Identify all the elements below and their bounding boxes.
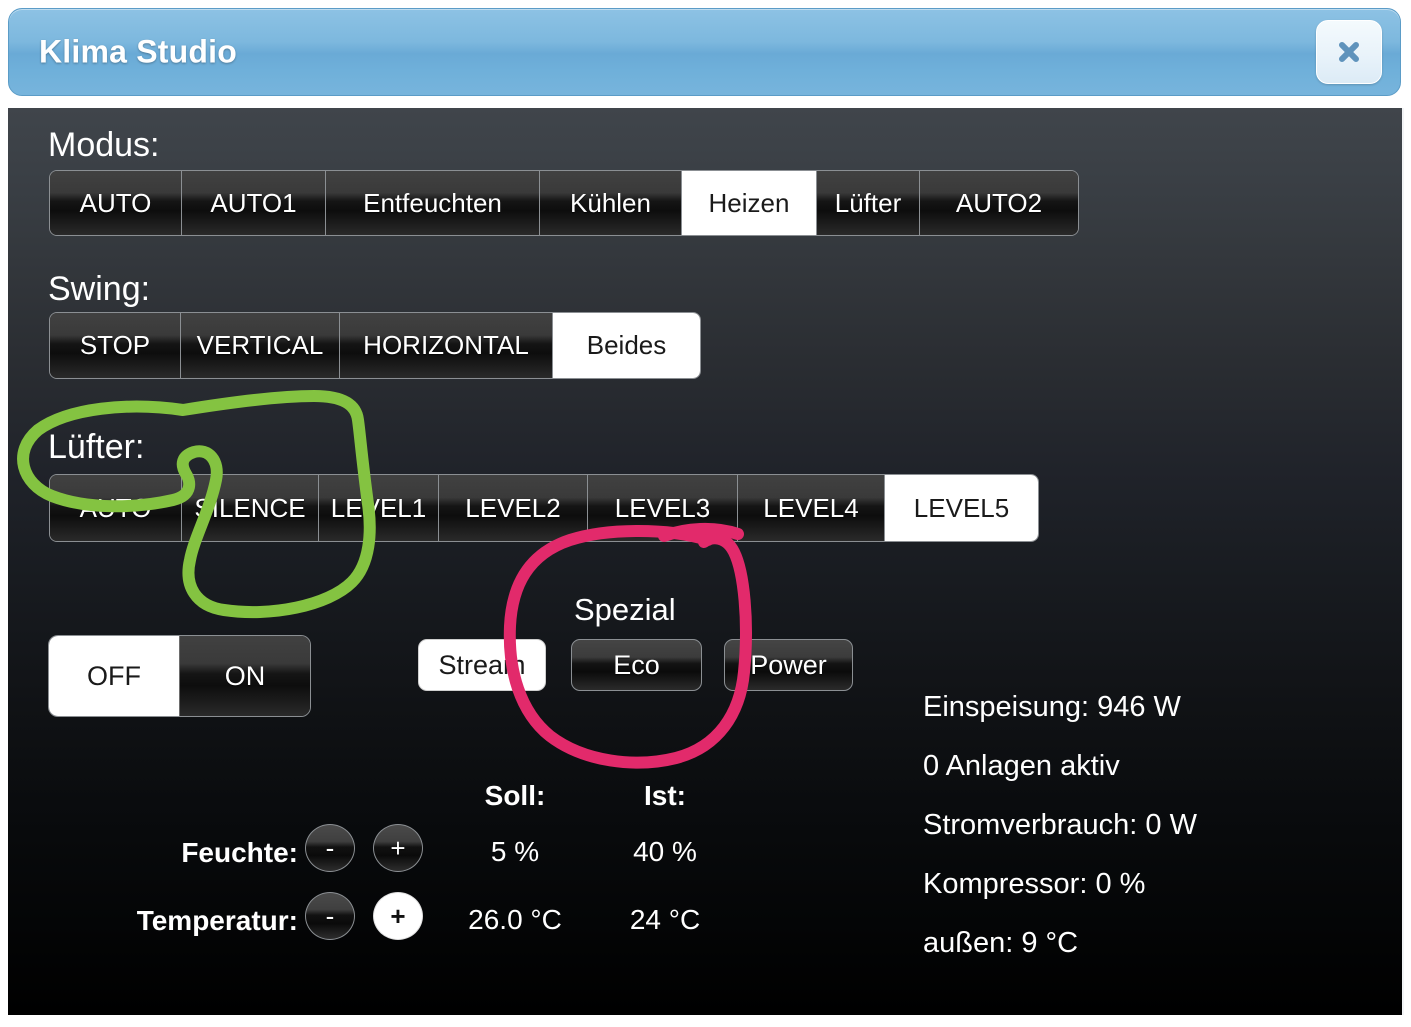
power-toggle[interactable]: OFF ON: [48, 635, 311, 717]
swing-option-beides[interactable]: Beides: [553, 313, 700, 378]
modus-option-label: Kühlen: [570, 187, 651, 218]
feuchte-soll-value: 5 %: [490, 836, 540, 867]
luefter-button-group[interactable]: AUTO SILENCE LEVEL1 LEVEL2 LEVEL3 LEVEL4 LEVEL…: [49, 474, 1039, 542]
annotation-overlay: [17, 390, 752, 769]
luefter-option-label: LEVEL5: [913, 492, 1010, 523]
status-aussen: außen: 9 °C: [923, 927, 1079, 959]
luefter-option-level2[interactable]: LEVEL2: [439, 475, 588, 541]
spezial-button-power[interactable]: Power: [724, 639, 853, 691]
swing-option-label: HORIZONTAL: [363, 330, 529, 360]
swing-option-label: Beides: [586, 330, 667, 360]
luefter-option-silence[interactable]: SILENCE: [182, 475, 319, 541]
feuchte-row-label: Feuchte:: [181, 837, 298, 868]
luefter-option-level1[interactable]: LEVEL1: [319, 475, 439, 541]
luefter-option-level3[interactable]: LEVEL3: [588, 475, 738, 541]
modus-option-heizen[interactable]: Heizen: [682, 171, 817, 235]
modus-option-entfeuchten[interactable]: Entfeuchten: [326, 171, 540, 235]
feuchte-minus-button[interactable]: -: [305, 824, 355, 872]
luefter-option-label: SILENCE: [194, 492, 306, 523]
temperatur-minus-button[interactable]: -: [305, 892, 355, 940]
spezial-label: Spezial: [574, 592, 676, 627]
power-option-off[interactable]: OFF: [49, 636, 180, 716]
swing-option-stop[interactable]: STOP: [50, 313, 181, 378]
modus-option-label: AUTO: [79, 187, 152, 218]
modus-option-auto[interactable]: AUTO: [50, 171, 182, 235]
luefter-option-label: LEVEL4: [763, 492, 859, 523]
swing-label: Swing:: [48, 270, 151, 308]
modus-option-auto2[interactable]: AUTO2: [920, 171, 1078, 235]
window-titlebar: Klima Studio: [8, 8, 1401, 96]
status-einspeisung: Einspeisung: 946 W: [923, 691, 1181, 723]
luefter-option-label: AUTO: [79, 492, 152, 523]
modus-option-label: Entfeuchten: [363, 187, 502, 218]
temperatur-soll-value: 26.0 °C: [468, 904, 562, 935]
temperatur-row-label: Temperatur:: [136, 905, 298, 936]
modus-option-label: Lüfter: [834, 187, 902, 218]
plus-icon: +: [390, 832, 406, 863]
minus-icon: -: [325, 900, 335, 931]
status-stromverbrauch: Stromverbrauch: 0 W: [923, 809, 1197, 841]
luefter-option-label: LEVEL1: [330, 492, 427, 523]
luefter-label: Lüfter:: [48, 428, 145, 466]
minus-icon: -: [325, 832, 335, 863]
temperatur-plus-button[interactable]: +: [373, 892, 423, 940]
klima-studio-window: Klima Studio Modus: AUTO AUTO1 Entfeuchten…: [0, 0, 1411, 1027]
status-anlagen-aktiv: 0 Anlagen aktiv: [923, 750, 1120, 782]
modus-button-group[interactable]: AUTO AUTO1 Entfeuchten Kühlen Heizen Lüfter AU…: [49, 170, 1079, 236]
swing-option-vertical[interactable]: VERTICAL: [181, 313, 340, 378]
swing-button-group[interactable]: STOP VERTICAL HORIZONTAL Beides: [49, 312, 701, 379]
status-kompressor: Kompressor: 0 %: [923, 868, 1146, 900]
spezial-button-power-label: Power: [750, 649, 827, 680]
spezial-button-stream-label: Stream: [438, 649, 526, 680]
power-option-label: OFF: [87, 660, 141, 691]
modus-option-auto1[interactable]: AUTO1: [182, 171, 326, 235]
modus-option-k-hlen[interactable]: Kühlen: [540, 171, 682, 235]
luefter-option-level4[interactable]: LEVEL4: [738, 475, 885, 541]
luefter-option-label: LEVEL2: [465, 492, 561, 523]
feuchte-plus-button[interactable]: +: [373, 824, 423, 872]
control-panel: Modus: AUTO AUTO1 Entfeuchten Kühlen Heizen L…: [8, 108, 1404, 1015]
window-title: Klima Studio: [39, 33, 237, 70]
spezial-button-eco[interactable]: Eco: [571, 639, 702, 691]
swing-option-horizontal[interactable]: HORIZONTAL: [340, 313, 553, 378]
luefter-option-label: LEVEL3: [614, 492, 711, 523]
close-window-button[interactable]: [1316, 20, 1382, 84]
spezial-button-eco-label: Eco: [613, 649, 660, 680]
spezial-button-stream[interactable]: Stream: [418, 639, 546, 691]
swing-option-label: STOP: [79, 330, 151, 360]
soll-column-header: Soll:: [484, 780, 546, 811]
power-option-label: ON: [224, 660, 266, 691]
modus-label: Modus:: [48, 126, 160, 164]
plus-icon: +: [390, 900, 406, 931]
temperatur-ist-value: 24 °C: [629, 904, 701, 935]
modus-option-label: AUTO2: [955, 187, 1043, 218]
luefter-option-auto[interactable]: AUTO: [50, 475, 182, 541]
luefter-option-level5[interactable]: LEVEL5: [885, 475, 1038, 541]
ist-column-header: Ist:: [644, 780, 686, 811]
modus-option-label: AUTO1: [210, 187, 297, 218]
feuchte-ist-value: 40 %: [633, 836, 697, 867]
modus-option-l-fter[interactable]: Lüfter: [817, 171, 920, 235]
power-option-on[interactable]: ON: [180, 636, 310, 716]
swing-option-label: VERTICAL: [196, 330, 324, 360]
modus-option-label: Heizen: [708, 187, 790, 218]
close-x-icon: [1339, 42, 1359, 62]
